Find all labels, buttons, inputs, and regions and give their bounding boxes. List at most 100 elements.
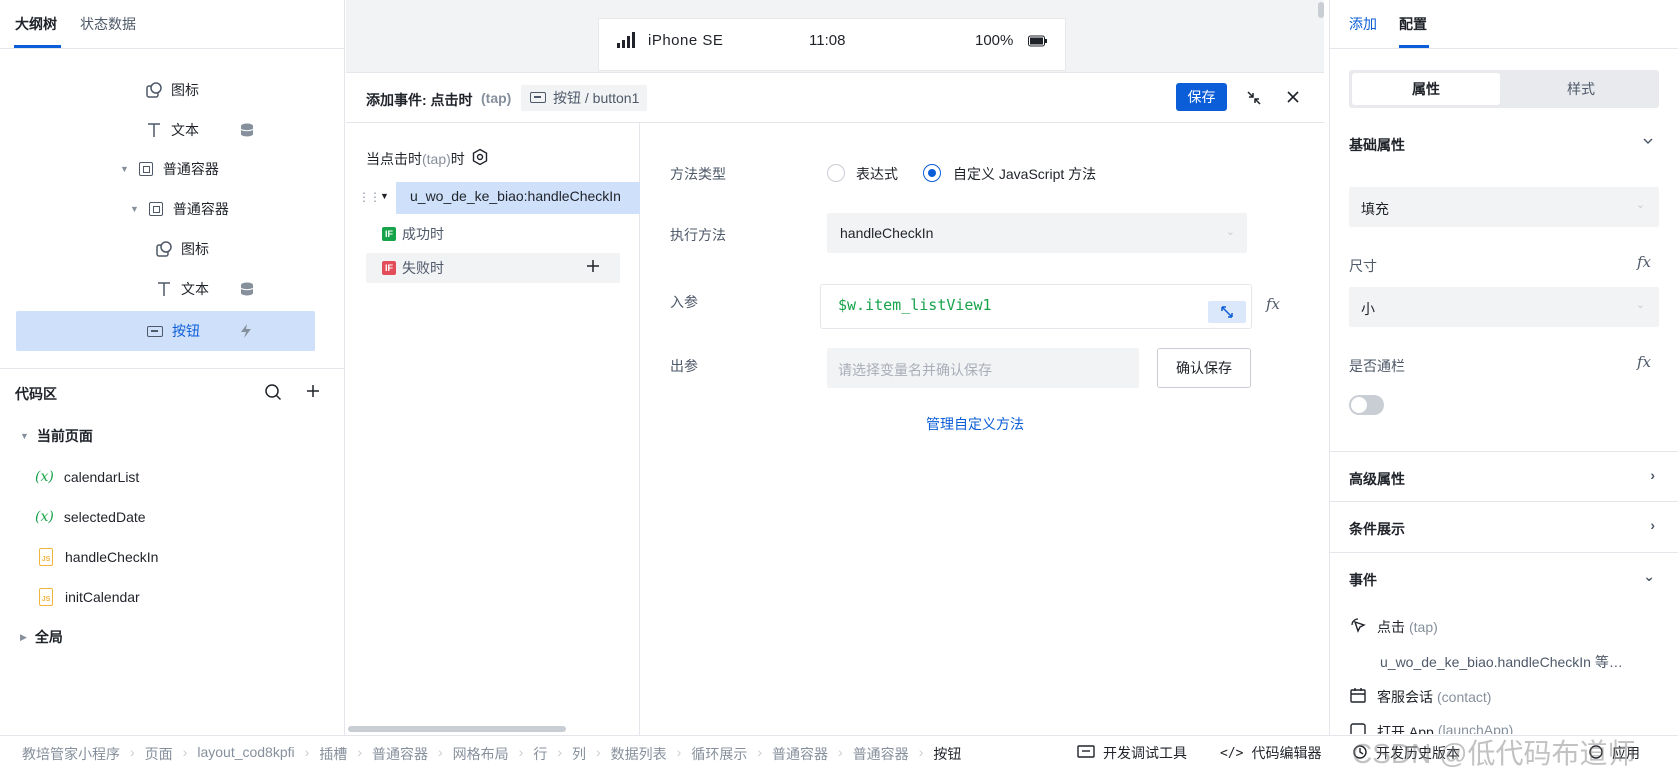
pointer-click-icon	[1349, 616, 1367, 637]
breadcrumb-separator-icon: ›	[357, 744, 362, 760]
confirm-save-button[interactable]: 确认保存	[1157, 348, 1251, 388]
close-icon[interactable]	[1286, 90, 1300, 107]
event-click-detail[interactable]: u_wo_de_ke_biao.handleCheckIn 等…	[1380, 652, 1660, 672]
breadcrumb-item[interactable]: 教培管家小程序	[22, 744, 120, 764]
left-tabs: 大纲树 状态数据	[0, 0, 345, 49]
clock: 11:08	[809, 32, 846, 49]
dev-debug-label: 开发调试工具	[1103, 745, 1187, 761]
chevron-right-icon: ›	[1650, 517, 1655, 533]
add-icon[interactable]	[586, 259, 600, 276]
add-icon[interactable]	[305, 383, 321, 402]
caret-down-icon[interactable]: ▼	[120, 164, 129, 174]
success-branch[interactable]: IF 成功时	[382, 219, 444, 249]
breadcrumb-item[interactable]: 循环展示	[691, 744, 747, 764]
advanced-props-section[interactable]: 高级属性 ›	[1330, 451, 1678, 501]
settings-hex-icon[interactable]	[471, 148, 489, 169]
fx-icon[interactable]: f𝑥	[1266, 295, 1280, 313]
fx-icon[interactable]: f𝑥	[1637, 253, 1651, 271]
vertical-scrollbar[interactable]	[1318, 2, 1324, 18]
action-node[interactable]: u_wo_de_ke_biao:handleCheckIn	[396, 182, 640, 214]
fx-icon[interactable]: f𝑥	[1637, 353, 1651, 371]
container-icon	[137, 160, 155, 178]
caret-down-icon[interactable]: ▼	[130, 204, 139, 214]
breadcrumb-item[interactable]: layout_cod8kpfi	[197, 744, 294, 764]
tree-item-button-selected[interactable]: 按钮	[16, 311, 315, 351]
event-click-item[interactable]: 点击 (tap)	[1349, 616, 1438, 637]
code-item-js[interactable]: JS initCalendar	[39, 587, 140, 607]
event-contact-item[interactable]: 客服会话 (contact)	[1349, 686, 1491, 707]
exec-method-value: handleCheckIn	[840, 225, 934, 241]
caret-right-icon[interactable]: ▶	[20, 632, 27, 643]
tree-item-label: 图标	[181, 241, 209, 257]
tree-item-text[interactable]: 文本	[145, 112, 265, 148]
event-panel: 添加事件: 点击时 (tap) 按钮 / button1 保存 当点击时 (ta…	[346, 72, 1324, 736]
dev-debug-tool[interactable]: 开发调试工具	[1077, 743, 1187, 763]
output-param-input[interactable]: 请选择变量名并确认保存	[827, 348, 1139, 388]
seg-properties[interactable]: 属性	[1352, 73, 1500, 105]
tab-state-data[interactable]: 状态数据	[80, 14, 136, 34]
horizontal-scrollbar[interactable]	[348, 726, 566, 732]
event-title-tap: (tap)	[481, 90, 512, 106]
global-label: 全局	[34, 629, 63, 645]
size-select[interactable]: 小 ⌄	[1349, 287, 1659, 327]
size-label: 尺寸	[1349, 258, 1377, 274]
right-tabs: 添加 配置	[1330, 0, 1678, 49]
event-flow-column: 当点击时 (tap) 时 ⋮⋮ ▼ u_wo_de_ke_biao:handle…	[346, 123, 640, 736]
exec-method-select[interactable]: handleCheckIn ⌄	[827, 213, 1247, 253]
size-value: 小	[1361, 301, 1375, 317]
code-item-variable[interactable]: (𝑥) calendarList	[35, 467, 139, 487]
search-icon[interactable]	[264, 383, 282, 404]
tree-item-label: 普通容器	[162, 161, 219, 177]
active-tab-indicator	[14, 45, 61, 48]
radio-expression[interactable]	[827, 164, 845, 182]
tree-item-container[interactable]: ▼ 普通容器	[130, 191, 229, 227]
tree-item-text[interactable]: 文本	[155, 271, 275, 307]
breadcrumb-item[interactable]: 普通容器	[853, 744, 909, 764]
breadcrumb-item[interactable]: 插槽	[319, 744, 347, 764]
fill-select[interactable]: 填充 ⌄	[1349, 187, 1659, 227]
save-button[interactable]: 保存	[1176, 83, 1227, 111]
battery-icon	[1028, 34, 1048, 50]
collapse-icon[interactable]	[1245, 89, 1263, 110]
breadcrumb-item[interactable]: 行	[533, 744, 547, 764]
global-group[interactable]: ▶ 全局	[20, 627, 63, 647]
tab-outline-tree[interactable]: 大纲树	[15, 14, 57, 34]
current-page-group[interactable]: ▼ 当前页面	[20, 426, 93, 446]
breadcrumb-item[interactable]: 按钮	[933, 744, 961, 764]
condition-section[interactable]: 条件展示 ›	[1330, 501, 1678, 551]
basic-props-title[interactable]: 基础属性	[1349, 135, 1405, 155]
breadcrumb-item[interactable]: 普通容器	[372, 744, 428, 764]
banner-toggle[interactable]	[1349, 395, 1384, 415]
code-item-variable[interactable]: (𝑥) selectedDate	[35, 507, 146, 527]
caret-down-icon[interactable]: ▼	[380, 191, 389, 201]
manage-methods-link[interactable]: 管理自定义方法	[926, 414, 1024, 434]
code-item-js[interactable]: JS handleCheckIn	[39, 547, 158, 567]
radio-custom-js-label: 自定义 JavaScript 方法	[953, 166, 1097, 182]
seg-styles[interactable]: 样式	[1507, 73, 1655, 105]
breadcrumb-item[interactable]: 网格布局	[453, 744, 509, 764]
event-panel-header: 添加事件: 点击时 (tap) 按钮 / button1 保存	[346, 73, 1324, 123]
events-section[interactable]: 事件 ⌄	[1330, 552, 1678, 602]
tab-add[interactable]: 添加	[1349, 14, 1377, 34]
radio-custom-js[interactable]	[923, 164, 941, 182]
chevron-down-icon[interactable]	[1642, 134, 1654, 150]
breadcrumb-item[interactable]: 页面	[145, 744, 173, 764]
tree-item-icon[interactable]: 图标	[145, 72, 199, 108]
expand-icon[interactable]	[1208, 301, 1246, 323]
tree-item-container[interactable]: ▼ 普通容器	[120, 151, 219, 187]
breadcrumb-item[interactable]: 数据列表	[611, 744, 667, 764]
fail-branch[interactable]: IF 失败时	[366, 253, 620, 283]
tree-item-label: 普通容器	[172, 201, 229, 217]
code-editor-tool[interactable]: </> 代码编辑器	[1220, 743, 1321, 763]
breadcrumb-item[interactable]: 列	[572, 744, 586, 764]
breadcrumb-separator-icon: ›	[838, 744, 843, 760]
tab-config[interactable]: 配置	[1399, 14, 1427, 34]
output-param-label: 出参	[670, 358, 698, 374]
input-param-editor[interactable]: $w.item_listView1	[820, 284, 1252, 329]
fail-label: 失败时	[402, 260, 444, 276]
breadcrumb-item[interactable]: 普通容器	[772, 744, 828, 764]
tree-item-icon[interactable]: 图标	[155, 231, 209, 267]
tree-item-label: 文本	[171, 122, 199, 138]
caret-down-icon[interactable]: ▼	[20, 431, 29, 441]
drag-handle-icon[interactable]: ⋮⋮	[358, 190, 381, 204]
